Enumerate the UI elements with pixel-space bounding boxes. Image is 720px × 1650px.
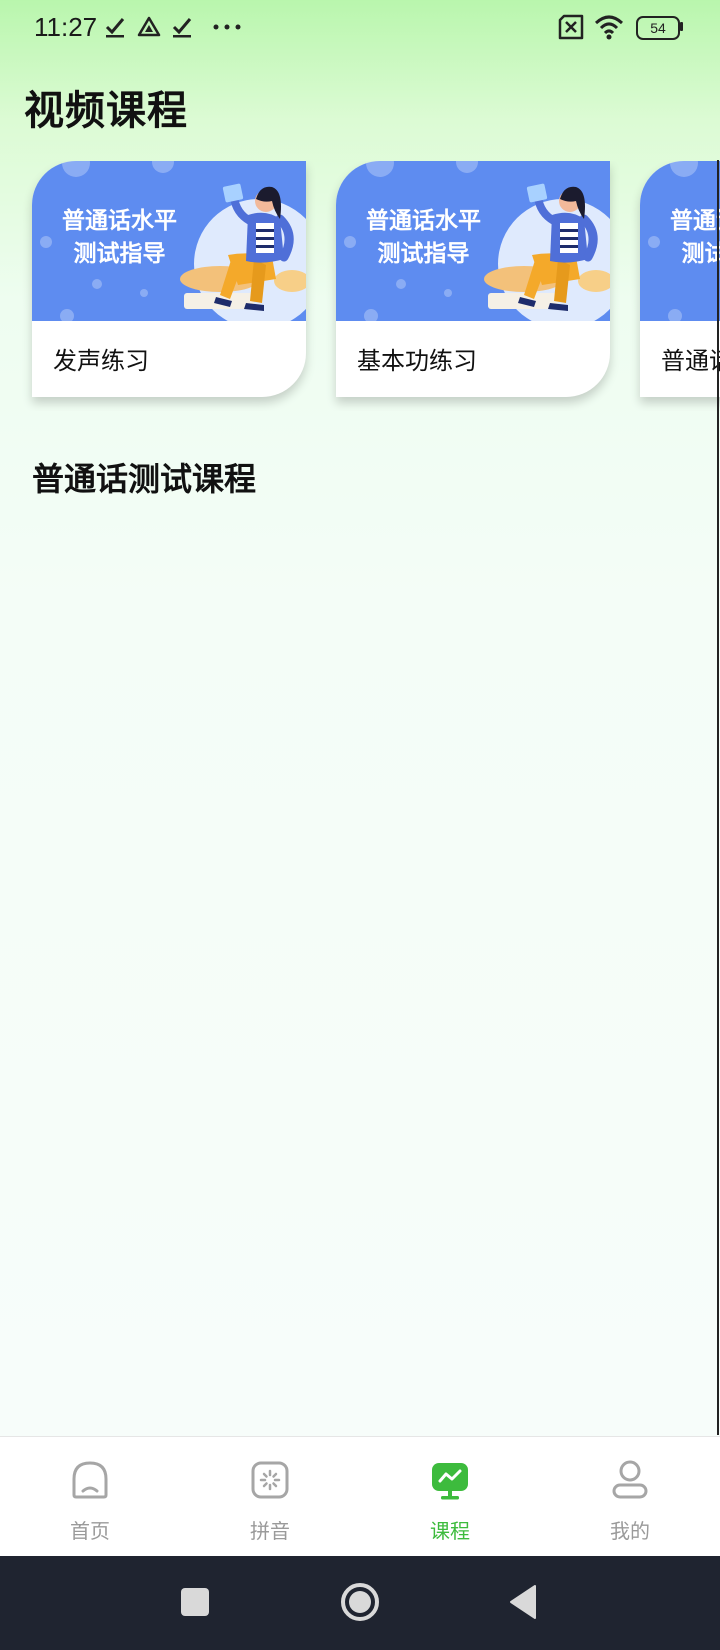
- thumbnail-title: 普通话水平 测试指导: [366, 208, 481, 267]
- nav-item-course[interactable]: 课程: [360, 1437, 540, 1557]
- check-icon: [105, 18, 125, 38]
- course-label: 普通话: [661, 347, 720, 375]
- nav-label: 我的: [610, 1519, 650, 1543]
- profile-icon: [612, 1460, 648, 1499]
- course-card[interactable]: 普通话水平 测试指导 普通话: [640, 161, 720, 397]
- course-card[interactable]: 普通话水平 测试指导 基本功练习: [336, 161, 610, 397]
- course-icon: [432, 1463, 468, 1500]
- nav-item-profile[interactable]: 我的: [540, 1437, 720, 1557]
- home-button-icon[interactable]: [340, 1582, 380, 1622]
- battery-tip: [680, 22, 683, 31]
- recents-icon[interactable]: [180, 1587, 210, 1617]
- pinyin-icon: [251, 1461, 289, 1499]
- no-sim-icon: [558, 14, 584, 40]
- course-label: 基本功练习: [357, 347, 477, 375]
- page-title: 视频课程: [24, 88, 188, 134]
- more-icon: [213, 24, 241, 30]
- thumbnail-title: 普通话水平 测试指导: [670, 208, 720, 267]
- nav-item-pinyin[interactable]: 拼音: [180, 1437, 360, 1557]
- course-thumbnail: 普通话水平 测试指导: [640, 161, 720, 321]
- check-icon: [172, 18, 192, 38]
- video-course-carousel[interactable]: 普通话水平 测试指导 发声练习 普通话水平 测试指导 基本功练习 普通 测试 普…: [0, 161, 720, 411]
- section-title: 普通话测试课程: [32, 460, 257, 498]
- bottom-nav: 首页 拼音 课程 我的: [0, 1436, 720, 1557]
- nav-item-home[interactable]: 首页: [0, 1437, 180, 1557]
- nav-label: 课程: [430, 1519, 470, 1543]
- status-bar: 11:27 54: [0, 0, 720, 56]
- nav-label: 首页: [70, 1519, 110, 1543]
- drive-icon: [137, 16, 161, 37]
- system-nav-bar: [0, 1556, 720, 1650]
- nav-label: 拼音: [250, 1519, 290, 1543]
- wifi-icon: [594, 15, 624, 40]
- battery-indicator: 54: [636, 16, 680, 40]
- back-icon[interactable]: [508, 1584, 538, 1620]
- course-label: 发声练习: [53, 347, 149, 375]
- course-thumbnail: 普通话水平 测试指导: [336, 161, 610, 321]
- status-time: 11:27: [34, 12, 98, 42]
- course-thumbnail: 普通话水平 测试指导: [32, 161, 306, 321]
- home-icon: [72, 1461, 108, 1499]
- thumbnail-title: 普通话水平 测试指导: [62, 208, 177, 267]
- edge-divider: [717, 160, 719, 1435]
- course-card[interactable]: 普通话水平 测试指导 发声练习: [32, 161, 306, 397]
